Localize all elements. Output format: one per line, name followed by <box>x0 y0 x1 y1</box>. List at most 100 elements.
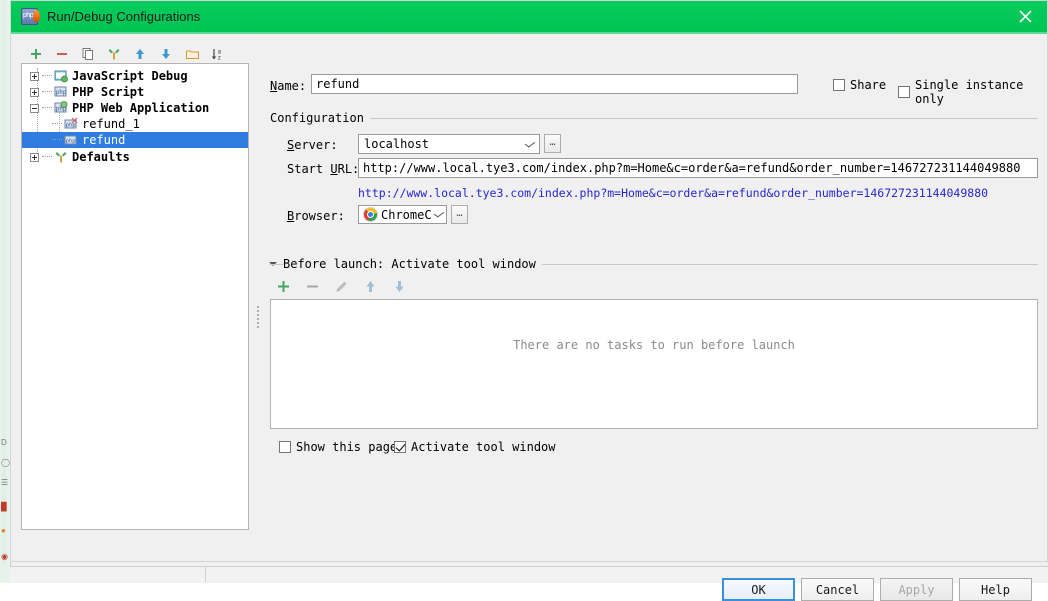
configuration-group-legend: Configuration <box>270 111 370 125</box>
php-config-icon: php <box>64 133 78 147</box>
tree-item-label: PHP Script <box>72 85 145 99</box>
before-launch-legend: Before launch: Activate tool window <box>283 257 542 271</box>
single-instance-only-label: Single instance only <box>915 78 1024 106</box>
background-icon-red-marker: █ <box>1 502 7 511</box>
tree-item-php-web-application[interactable]: php PHP Web Application <box>22 100 248 116</box>
splitter-grip-dot <box>257 326 259 328</box>
add-task-button[interactable] <box>273 276 293 296</box>
checkbox-box <box>279 441 291 453</box>
dialog-button-bar: OK Cancel Apply Help <box>11 530 1047 601</box>
server-label: Server: <box>287 138 338 152</box>
splitter-grip-dot <box>257 310 259 312</box>
tree-connector <box>42 91 52 93</box>
name-label: Name: <box>270 79 307 93</box>
chevron-down-icon <box>432 206 446 224</box>
tree-item-label: Defaults <box>72 150 130 164</box>
show-this-page-checkbox[interactable]: Show this page <box>279 440 397 454</box>
tree-item-refund[interactable]: php refund <box>22 132 248 148</box>
server-browse-button[interactable]: … <box>544 134 561 153</box>
pencil-icon[interactable] <box>331 276 351 296</box>
ok-button[interactable]: OK <box>722 578 795 601</box>
add-configuration-button[interactable] <box>25 43 47 65</box>
copy-configuration-button[interactable] <box>77 43 99 65</box>
tree-connector <box>42 156 52 158</box>
single-instance-only-checkbox[interactable]: Single instance only <box>898 78 1047 106</box>
before-launch-tasks-panel[interactable]: There are no tasks to run before launch <box>270 299 1038 429</box>
tasks-empty-message: There are no tasks to run before launch <box>513 338 795 352</box>
background-icon-list: ☰ <box>1 478 9 487</box>
background-icon-run: ◯ <box>1 458 10 467</box>
sort-alpha-icon[interactable]: a z <box>207 43 229 65</box>
configurations-tree[interactable]: JavaScript Debug php PHP Script php PHP … <box>21 63 249 530</box>
background-icon-debug: D <box>1 438 7 447</box>
tree-connector <box>42 107 52 109</box>
tree-item-label: PHP Web Application <box>72 101 210 115</box>
javascript-debug-icon <box>54 69 68 83</box>
tree-item-label: JavaScript Debug <box>72 69 188 83</box>
tree-item-label: refund_1 <box>82 117 140 131</box>
background-icon-orange-marker: ● <box>1 526 6 535</box>
splitter-grip-dot <box>257 306 259 308</box>
php-web-app-icon: php <box>54 101 68 115</box>
splitter-grip-dot <box>257 318 259 320</box>
close-icon[interactable] <box>1003 1 1047 32</box>
browser-label: Browser: <box>287 209 345 223</box>
activate-tool-window-label: Activate tool window <box>411 440 556 454</box>
task-move-down-button[interactable] <box>389 276 409 296</box>
start-url-label: Start URL: <box>287 162 360 176</box>
expand-toggle-icon[interactable] <box>30 71 39 81</box>
dialog-title: Run/Debug Configurations <box>47 9 201 24</box>
svg-text:php: php <box>56 89 67 96</box>
create-folder-button[interactable] <box>181 43 203 65</box>
tree-connector <box>52 123 62 125</box>
activate-tool-window-checkbox[interactable]: Activate tool window <box>394 440 556 454</box>
dialog-titlebar[interactable]: Run/Debug Configurations <box>11 1 1047 34</box>
name-input[interactable]: refund <box>311 74 798 94</box>
share-checkbox[interactable]: Share <box>833 78 886 92</box>
move-up-button[interactable] <box>129 43 151 65</box>
cancel-button[interactable]: Cancel <box>801 578 874 601</box>
svg-text:php: php <box>66 123 76 129</box>
tree-item-label: refund <box>82 133 126 147</box>
tree-item-refund-1[interactable]: php refund_1 <box>22 116 248 132</box>
php-script-icon: php <box>54 85 68 99</box>
expand-toggle-icon[interactable] <box>30 87 39 97</box>
expand-toggle-icon[interactable] <box>30 152 39 162</box>
checkbox-box <box>898 86 910 98</box>
wrench-icon[interactable] <box>103 43 125 65</box>
configuration-group-separator <box>270 118 1038 119</box>
chevron-down-icon <box>521 135 539 153</box>
start-url-preview-link[interactable]: http://www.local.tye3.com/index.php?m=Ho… <box>358 186 988 200</box>
tree-item-javascript-debug[interactable]: JavaScript Debug <box>22 68 248 84</box>
chrome-icon <box>363 207 378 222</box>
checkbox-box <box>833 79 845 91</box>
server-dropdown[interactable]: localhost <box>358 134 540 154</box>
defaults-wrench-icon <box>54 150 68 164</box>
before-launch-toolbar <box>273 276 409 296</box>
tree-connector <box>52 139 62 141</box>
tree-item-php-script[interactable]: php PHP Script <box>22 84 248 100</box>
remove-task-button[interactable] <box>302 276 322 296</box>
phpstorm-icon <box>21 8 40 25</box>
tree-item-defaults[interactable]: Defaults <box>22 149 248 165</box>
move-down-button[interactable] <box>155 43 177 65</box>
help-button[interactable]: Help <box>959 578 1032 601</box>
task-move-up-button[interactable] <box>360 276 380 296</box>
php-config-icon: php <box>64 117 78 131</box>
show-this-page-label: Show this page <box>296 440 398 454</box>
start-url-input[interactable]: http://www.local.tye3.com/index.php?m=Ho… <box>358 158 1038 178</box>
background-icon-bottom-marker: ◉ <box>1 552 8 561</box>
dialog-body: a z JavaScript Debug php PHP Script php … <box>11 34 1047 601</box>
browser-dropdown[interactable]: ChromeC <box>358 205 447 224</box>
browser-browse-button[interactable]: … <box>451 205 468 224</box>
collapse-toggle-icon[interactable] <box>30 103 39 113</box>
run-debug-configurations-dialog: Run/Debug Configurations <box>10 0 1048 601</box>
tree-connector <box>42 75 52 77</box>
background-status-bar-left <box>0 566 10 582</box>
apply-button[interactable]: Apply <box>880 578 953 601</box>
remove-configuration-button[interactable] <box>51 43 73 65</box>
panel-splitter-handle[interactable] <box>256 304 260 344</box>
server-selected-value: localhost <box>364 137 430 151</box>
share-checkbox-label: Share <box>850 78 887 92</box>
splitter-grip-dot <box>257 314 259 316</box>
